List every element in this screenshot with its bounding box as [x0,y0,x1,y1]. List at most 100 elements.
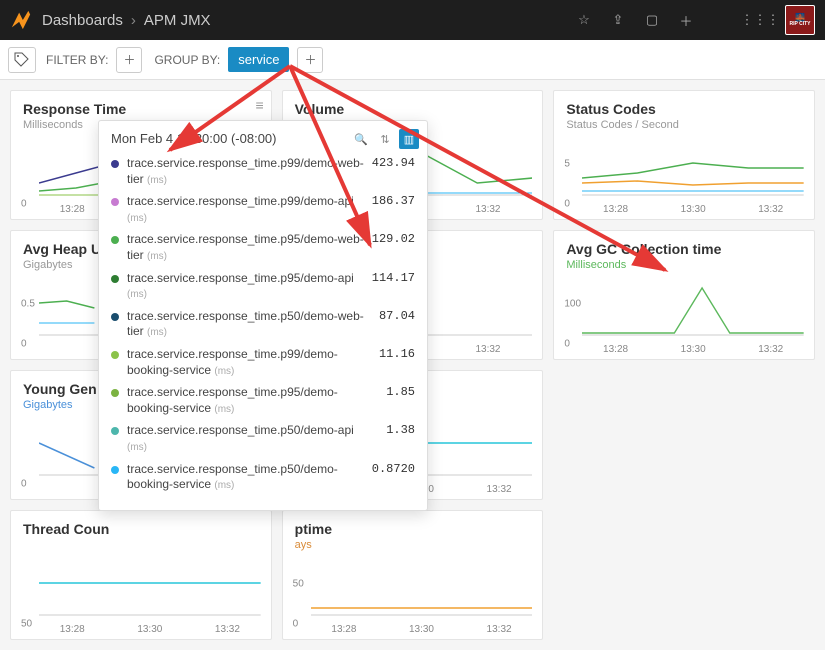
card-title: Avg GC Collection time [566,241,802,257]
apps-grid-icon[interactable]: ⋮⋮⋮ [747,7,773,33]
tooltip-series-label: trace.service.response_time.p50/demo-web… [127,309,365,340]
axis-y-tick: 0.5 [21,299,35,310]
tooltip-series-value: 186.37 [365,194,415,208]
tooltip-series-value: 423.94 [365,156,415,170]
card-subtitle: ays [295,539,531,551]
axis-x-tick: 13:32 [487,624,512,635]
axis-x-tick: 13:30 [409,624,434,635]
chart-plot[interactable]: 50 0 13:28 13:30 13:32 [293,553,533,633]
axis-y-tick: 0 [21,199,27,210]
series-color-dot [111,275,119,283]
card-title: Volume [295,101,531,117]
series-color-dot [111,427,119,435]
tooltip-row: trace.service.response_time.p99/demo-api… [111,194,415,225]
filter-by-label: FILTER BY: [46,53,108,67]
plus-icon[interactable]: ＋ [673,7,699,33]
series-color-dot [111,389,119,397]
card-subtitle: Status Codes / Second [566,119,802,131]
card-menu-icon[interactable]: ≡ [255,97,262,113]
axis-y-tick: 50 [293,579,304,590]
tooltip-columns-icon[interactable]: ▥ [399,129,419,149]
tooltip-sort-icon[interactable]: ⇅ [375,129,395,149]
tooltip-row: trace.service.response_time.p50/demo-api… [111,423,415,454]
chart-card[interactable]: Thread Coun 50 13:2813:3013:32 [10,510,272,640]
chart-plot[interactable]: 100 0 13:28 13:30 13:32 [564,273,804,353]
axis-x-tick: 13:30 [681,344,706,355]
series-color-dot [111,351,119,359]
tooltip-series-value: 87.04 [365,309,415,323]
axis-y-tick: 0 [21,339,27,350]
breadcrumb-current[interactable]: APM JMX [144,12,211,29]
axis-x-tick: 13:30 [681,204,706,215]
card-title: Status Codes [566,101,802,117]
chart-card[interactable]: Avg GC Collection time Milliseconds 100 0… [553,230,815,360]
tag-filter-icon[interactable] [8,47,36,73]
axis-y-tick: 0 [293,619,299,630]
tooltip-series-value: 129.02 [365,232,415,246]
filter-bar: FILTER BY: ＋ GROUP BY: service ＋ [0,40,825,80]
breadcrumb-root[interactable]: Dashboards [42,12,123,29]
axis-y-tick: 0 [21,479,27,490]
tooltip-series-value: 0.8720 [365,462,415,476]
tooltip-series-label: trace.service.response_time.p99/demo-api… [127,194,365,225]
axis-x-tick: 13:28 [331,624,356,635]
brand-logo-icon [10,9,32,31]
axis-y-tick: 100 [564,299,581,310]
card-subtitle: Milliseconds [566,259,802,271]
series-color-dot [111,160,119,168]
card-title: Response Time [23,101,259,117]
series-color-dot [111,236,119,244]
axis-x-tick: 13:32 [758,344,783,355]
add-group-button[interactable]: ＋ [297,47,323,73]
tooltip-row: trace.service.response_time.p95/demo-boo… [111,385,415,416]
axis-x-tick: 13:30 [137,624,162,635]
series-color-dot [111,198,119,206]
tooltip-row: trace.service.response_time.p50/demo-web… [111,309,415,340]
series-color-dot [111,466,119,474]
chart-card[interactable]: Status Codes Status Codes / Second 50 13… [553,90,815,220]
top-bar: Dashboards › APM JMX ☆ ⇪ ▢ ＋ ⋮⋮⋮ 🌉RIP CI… [0,0,825,40]
tooltip-series-label: trace.service.response_time.p50/demo-boo… [127,462,365,493]
display-icon[interactable]: ▢ [639,7,665,33]
axis-x-tick: 13:32 [215,624,240,635]
axis-y-tick: 0 [564,199,570,210]
chart-card[interactable]: ptime ays 50 0 13:28 13:30 13:32 [282,510,544,640]
chevron-right-icon: › [131,12,136,29]
chart-plot[interactable]: 50 13:28 13:30 13:32 [21,553,261,633]
axis-x-tick: 13:28 [603,344,628,355]
add-filter-button[interactable]: ＋ [116,47,142,73]
axis-y-tick: 50 [21,619,32,630]
tooltip-series-label: trace.service.response_time.p95/demo-web… [127,232,365,263]
axis-x-tick: 13:28 [60,624,85,635]
tooltip-row: trace.service.response_time.p99/demo-web… [111,156,415,187]
share-icon[interactable]: ⇪ [605,7,631,33]
tooltip-series-label: trace.service.response_time.p95/demo-api… [127,271,365,302]
tooltip-row: trace.service.response_time.p99/demo-boo… [111,347,415,378]
org-logo-icon[interactable]: 🌉RIP CITY [785,5,815,35]
tooltip-series-value: 114.17 [365,271,415,285]
group-by-label: GROUP BY: [154,53,220,67]
card-title: ptime [295,521,531,537]
tooltip-row: trace.service.response_time.p50/demo-boo… [111,462,415,493]
tooltip-search-icon[interactable]: 🔍 [351,129,371,149]
tooltip-series-label: trace.service.response_time.p99/demo-web… [127,156,365,187]
axis-x-tick: 13:28 [603,204,628,215]
tooltip-series-label: trace.service.response_time.p99/demo-boo… [127,347,365,378]
axis-x-tick: 13:28 [60,204,85,215]
star-icon[interactable]: ☆ [571,7,597,33]
axis-x-tick: 13:32 [487,484,512,495]
chart-tooltip: Mon Feb 4 13:30:00 (-08:00) 🔍 ⇅ ▥ trace.… [98,120,428,511]
axis-y-tick: 0 [564,339,570,350]
group-by-chip[interactable]: service [228,47,289,72]
axis-x-tick: 13:32 [758,204,783,215]
tooltip-series-label: trace.service.response_time.p95/demo-boo… [127,385,365,416]
tooltip-series-value: 1.85 [365,385,415,399]
tooltip-series-label: trace.service.response_time.p50/demo-api… [127,423,365,454]
series-color-dot [111,313,119,321]
axis-x-tick: 13:32 [475,204,500,215]
tooltip-series-value: 11.16 [365,347,415,361]
axis-x-tick: 13:32 [475,344,500,355]
chart-plot[interactable]: 50 13:2813:3013:32 [564,133,804,213]
tooltip-row: trace.service.response_time.p95/demo-web… [111,232,415,263]
tooltip-series-value: 1.38 [365,423,415,437]
